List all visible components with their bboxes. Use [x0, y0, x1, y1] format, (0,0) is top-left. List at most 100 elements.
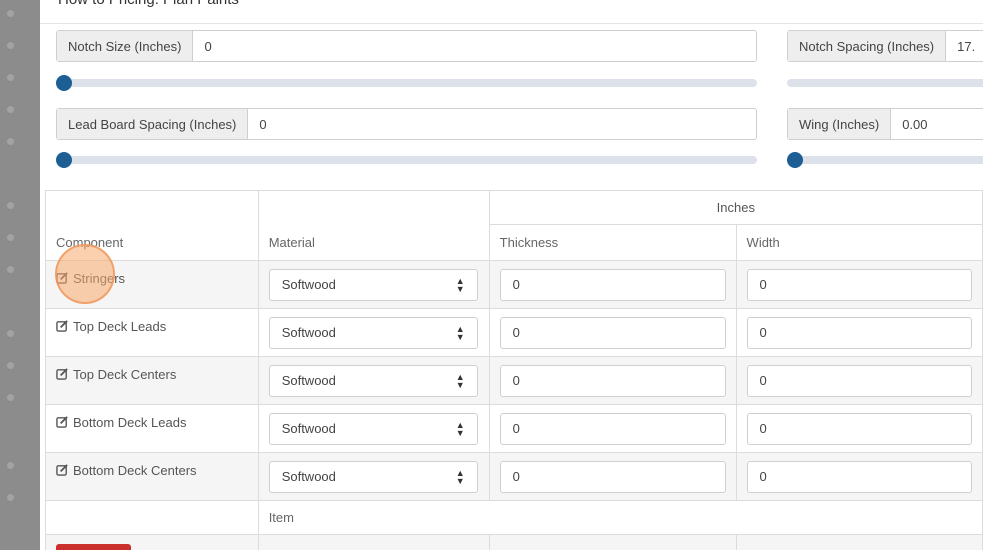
edit-icon[interactable]: [56, 367, 69, 380]
slider-handle[interactable]: [787, 152, 803, 168]
sort-arrows-icon: ▲ ▼: [455, 419, 465, 438]
material-cell: Softwood ▲ ▼: [257, 260, 490, 309]
thickness-input[interactable]: 0: [499, 460, 726, 493]
sidebar-icon[interactable]: [7, 10, 14, 17]
thickness-header: Thickness: [488, 224, 737, 261]
width-input[interactable]: 0: [746, 460, 972, 493]
width-cell: 0: [735, 452, 983, 501]
notch-spacing-label: Notch Spacing (Inches): [788, 31, 947, 61]
inches-group-header: Inches: [488, 190, 983, 225]
sidebar-icon[interactable]: [7, 362, 14, 369]
material-value: Softwood: [281, 325, 336, 340]
edit-icon[interactable]: [56, 415, 69, 428]
edit-icon[interactable]: [56, 271, 69, 284]
thickness-cell: 0: [488, 452, 737, 501]
thickness-input[interactable]: 0: [499, 316, 726, 349]
sidebar-icon[interactable]: [7, 106, 14, 113]
sidebar-icon[interactable]: [7, 74, 14, 81]
width-cell: 0: [735, 356, 983, 405]
wing-input[interactable]: 0.00: [891, 109, 938, 139]
thickness-input[interactable]: 0: [499, 364, 726, 397]
material-select[interactable]: Softwood ▲ ▼: [268, 412, 478, 445]
thickness-input[interactable]: 0: [499, 412, 726, 445]
component-header: Component: [45, 190, 259, 261]
sidebar-icon[interactable]: [7, 330, 14, 337]
notch-spacing-slider[interactable]: [787, 79, 983, 87]
material-cell: Softwood ▲ ▼: [257, 356, 490, 405]
sort-arrows-icon: ▲ ▼: [455, 371, 465, 390]
sidebar-icon[interactable]: [7, 234, 14, 241]
table-row: Top Deck Centers Softwood ▲ ▼ 0 0: [45, 356, 983, 405]
notch-size-input[interactable]: 0: [193, 31, 222, 61]
material-select[interactable]: Softwood ▲ ▼: [268, 460, 478, 493]
component-cell[interactable]: Bottom Deck Leads: [45, 404, 259, 453]
sort-arrows-icon: ▲ ▼: [455, 275, 465, 294]
material-value: Softwood: [281, 469, 336, 484]
component-cell[interactable]: Stringers: [45, 260, 259, 309]
panel-title: How to Pricing: Plan Paints: [58, 0, 239, 8]
component-name: Top Deck Leads: [73, 319, 167, 334]
material-select[interactable]: Softwood ▲ ▼: [268, 316, 478, 349]
notch-size-slider[interactable]: [56, 75, 757, 91]
empty-cell: [257, 534, 490, 550]
notch-size-label: Notch Size (Inches): [57, 31, 194, 61]
thickness-cell: 0: [488, 260, 737, 309]
lead-board-spacing-input[interactable]: 0: [248, 109, 277, 139]
sidebar-icon[interactable]: [7, 202, 14, 209]
thickness-input[interactable]: 0: [499, 268, 726, 301]
table-row: [45, 534, 983, 550]
material-value: Softwood: [281, 373, 336, 388]
width-input[interactable]: 0: [746, 364, 972, 397]
component-cell[interactable]: Top Deck Centers: [45, 356, 259, 405]
material-cell: Softwood ▲ ▼: [257, 452, 490, 501]
component-name: Stringers: [73, 271, 126, 286]
sidebar-icon[interactable]: [7, 266, 14, 273]
item-header-row: Item: [45, 500, 983, 535]
table-row: Bottom Deck Centers Softwood ▲ ▼ 0 0: [45, 452, 983, 501]
wing-label: Wing (Inches): [788, 109, 892, 139]
thickness-cell: 0: [488, 404, 737, 453]
lead-board-spacing-slider[interactable]: [56, 152, 757, 168]
width-header: Width: [735, 224, 983, 261]
sidebar-icon[interactable]: [7, 394, 14, 401]
table-row: Bottom Deck Leads Softwood ▲ ▼ 0 0: [45, 404, 983, 453]
notch-spacing-field: Notch Spacing (Inches) 17.: [787, 30, 983, 62]
item-header: Item: [257, 500, 983, 535]
notch-size-field: Notch Size (Inches) 0: [56, 30, 757, 62]
wing-slider[interactable]: [787, 152, 983, 168]
width-input[interactable]: 0: [746, 412, 972, 445]
component-name: Bottom Deck Centers: [73, 463, 197, 478]
component-name: Bottom Deck Leads: [73, 415, 187, 430]
component-cell[interactable]: Top Deck Leads: [45, 308, 259, 357]
app-sidebar: [0, 0, 40, 550]
sidebar-icon[interactable]: [7, 462, 14, 469]
lead-board-spacing-label: Lead Board Spacing (Inches): [57, 109, 249, 139]
thickness-cell: 0: [488, 308, 737, 357]
table-row: Top Deck Leads Softwood ▲ ▼ 0 0: [45, 308, 983, 357]
notch-spacing-input[interactable]: 17.: [946, 31, 983, 61]
material-value: Softwood: [281, 421, 336, 436]
width-input[interactable]: 0: [746, 268, 972, 301]
edit-icon[interactable]: [56, 463, 69, 476]
components-table: Component Material Inches Thickness Widt…: [45, 190, 983, 550]
material-select[interactable]: Softwood ▲ ▼: [268, 268, 478, 301]
slider-handle[interactable]: [56, 152, 72, 168]
lead-board-spacing-field: Lead Board Spacing (Inches) 0: [56, 108, 757, 140]
component-cell[interactable]: Bottom Deck Centers: [45, 452, 259, 501]
thickness-cell: 0: [488, 356, 737, 405]
width-cell: 0: [735, 308, 983, 357]
sort-arrows-icon: ▲ ▼: [455, 323, 465, 342]
material-cell: Softwood ▲ ▼: [257, 404, 490, 453]
slider-handle[interactable]: [56, 75, 72, 91]
sidebar-icon[interactable]: [7, 42, 14, 49]
component-name: Top Deck Centers: [73, 367, 177, 382]
wing-field: Wing (Inches) 0.00: [787, 108, 983, 140]
empty-cell: [735, 534, 983, 550]
sidebar-icon[interactable]: [7, 138, 14, 145]
width-input[interactable]: 0: [746, 316, 972, 349]
edit-icon[interactable]: [56, 319, 69, 332]
material-select[interactable]: Softwood ▲ ▼: [268, 364, 478, 397]
delete-button[interactable]: [56, 544, 131, 550]
sidebar-icon[interactable]: [7, 494, 14, 501]
material-value: Softwood: [281, 277, 336, 292]
